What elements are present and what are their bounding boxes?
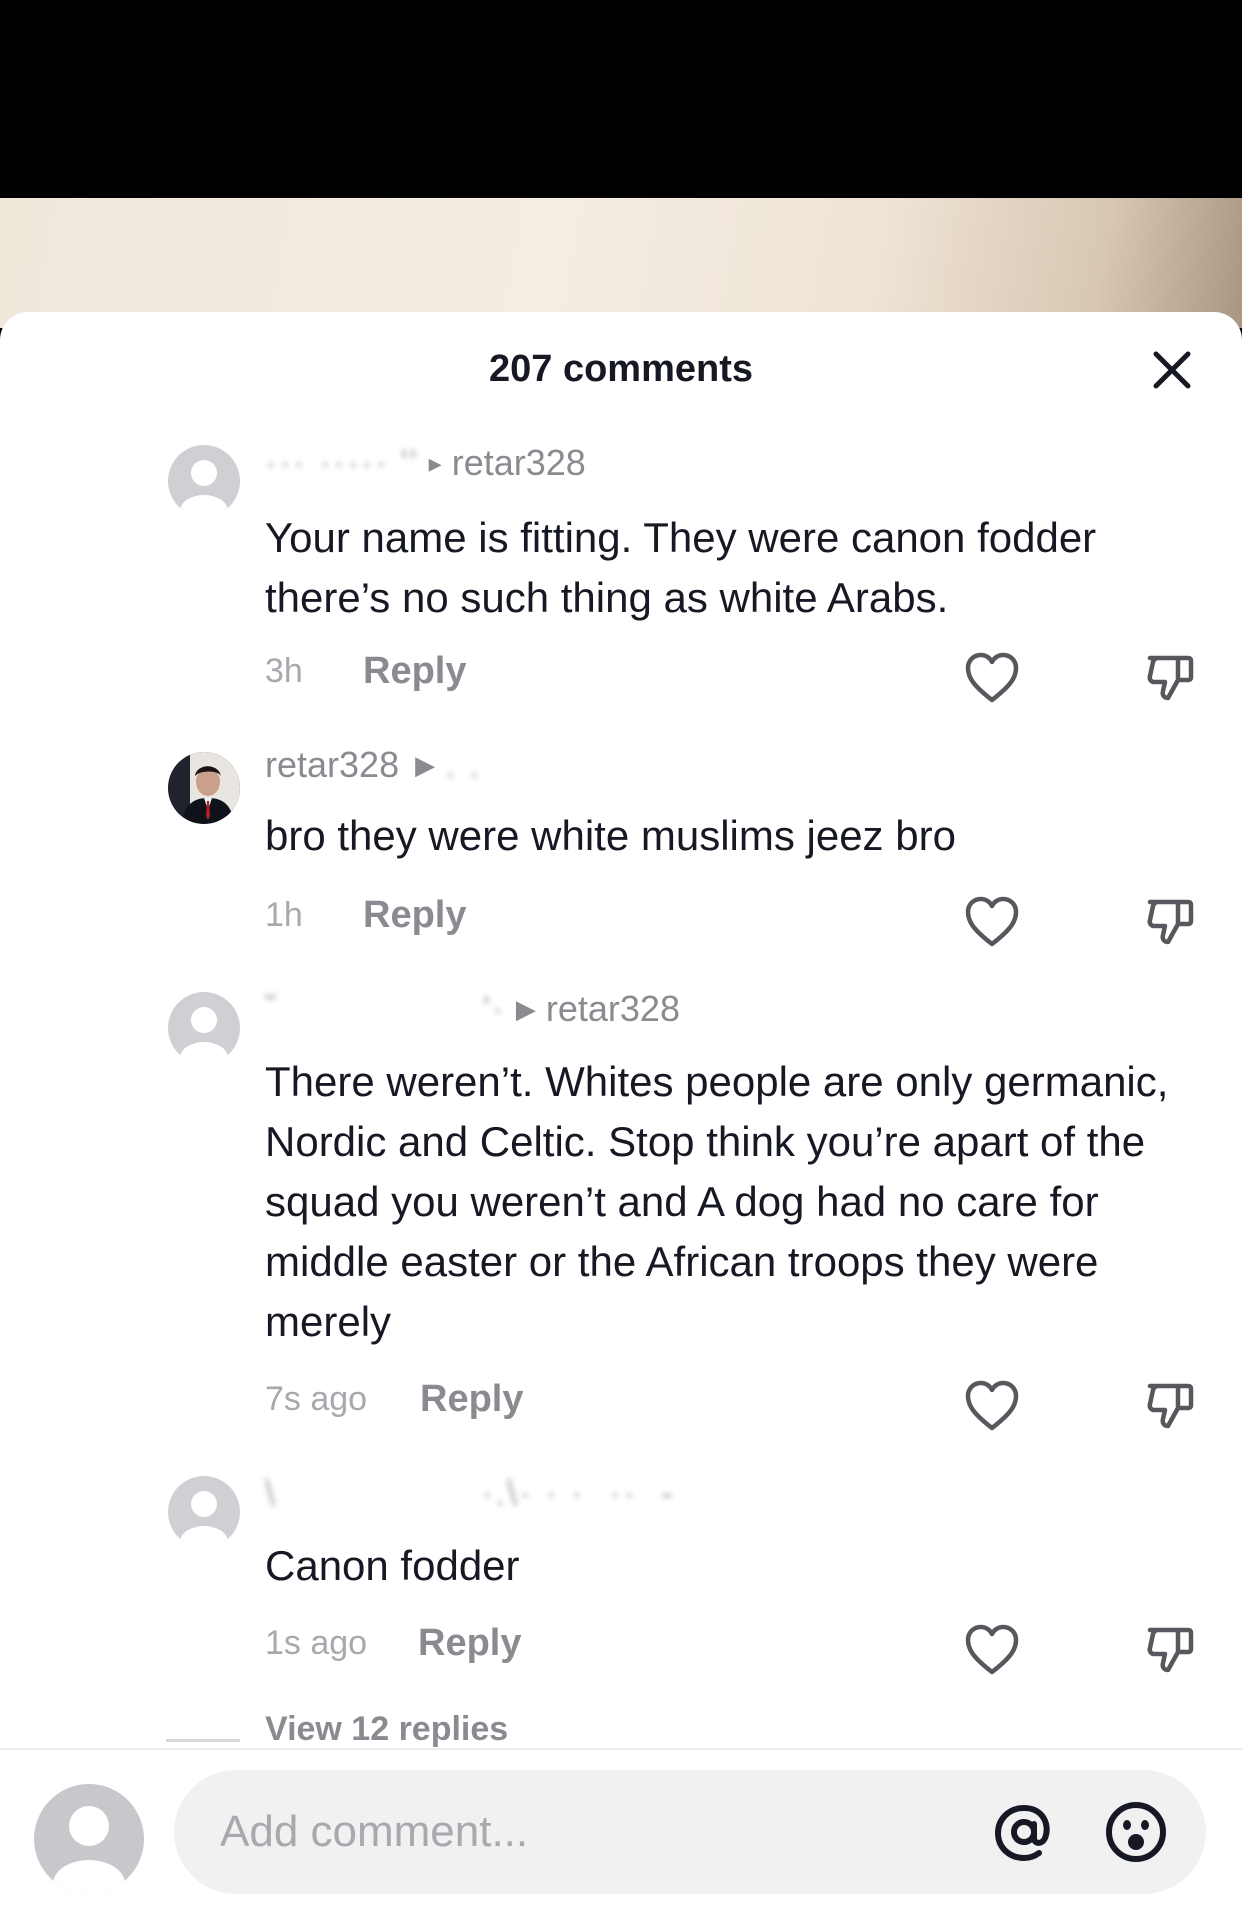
avatar[interactable] [168, 752, 240, 824]
thumbs-down-icon[interactable] [1144, 1380, 1196, 1432]
comment-text: Canon fodder [265, 1542, 520, 1589]
avatar[interactable] [168, 992, 240, 1064]
comment-meta: \ ·.\· · · ·· - [265, 1472, 675, 1514]
heart-outline-icon[interactable] [964, 1624, 1020, 1676]
comments-sheet: 207 comments ··· ····· '' ▸ retar328 Your … [0, 312, 1242, 1923]
heart-outline-icon[interactable] [964, 1380, 1020, 1432]
video-top-area [0, 0, 1242, 198]
author-name-redacted: ··· ····· '' [265, 442, 419, 483]
reply-arrow-icon: ▸ [428, 448, 442, 478]
thumbs-down-icon[interactable] [1144, 1624, 1196, 1676]
comment-meta: ··· ····· '' ▸ retar328 [265, 442, 586, 484]
comment-meta: ˘ '· ▶ retar328 [265, 988, 680, 1030]
reply-arrow-icon: ▶ [515, 994, 536, 1024]
reply-button[interactable]: Reply [420, 1378, 523, 1421]
reply-to-name[interactable]: retar328 [546, 988, 680, 1029]
comment-time: 1s ago [265, 1624, 368, 1662]
close-icon[interactable] [1150, 348, 1194, 392]
view-replies-divider [166, 1739, 240, 1742]
comment-time: 1h [265, 896, 303, 934]
reply-to-name-redacted: . . [445, 744, 482, 785]
reply-button[interactable]: Reply [363, 650, 466, 693]
at-sign-icon[interactable] [992, 1800, 1056, 1864]
comment-text: bro they were white muslims jeez bro [265, 812, 956, 859]
reply-button[interactable]: Reply [418, 1622, 521, 1665]
thumbs-down-icon[interactable] [1144, 896, 1196, 948]
heart-outline-icon[interactable] [964, 652, 1020, 704]
video-preview [0, 198, 1242, 328]
comment-input-placeholder: Add comment... [220, 1807, 529, 1856]
emoji-icon[interactable] [1104, 1800, 1168, 1864]
author-name[interactable]: retar328 [265, 744, 399, 785]
comment-text: There weren’t. Whites people are only ge… [265, 1058, 1169, 1345]
comment-composer: Add comment... [0, 1748, 1242, 1923]
current-user-avatar [34, 1784, 144, 1894]
comment-meta: retar328 ▶ . . [265, 744, 481, 786]
comment-time: 3h [265, 652, 303, 690]
heart-outline-icon[interactable] [964, 896, 1020, 948]
comment-text: Your name is fitting. They were canon fo… [265, 514, 1097, 621]
avatar[interactable] [168, 1476, 240, 1548]
comments-count-title: 207 comments [488, 348, 753, 390]
thumbs-down-icon[interactable] [1144, 652, 1196, 704]
reply-button[interactable]: Reply [363, 894, 466, 937]
author-name-redacted: ˘ '· [265, 988, 506, 1029]
avatar[interactable] [168, 445, 240, 517]
reply-to-name[interactable]: retar328 [452, 442, 586, 483]
reply-arrow-icon: ▶ [415, 750, 436, 780]
comment-time: 7s ago [265, 1380, 368, 1418]
author-name-redacted: \ ·.\· · · ·· - [265, 1472, 675, 1513]
view-replies-button[interactable]: View 12 replies [265, 1710, 508, 1749]
comment-input[interactable]: Add comment... [174, 1770, 1206, 1894]
